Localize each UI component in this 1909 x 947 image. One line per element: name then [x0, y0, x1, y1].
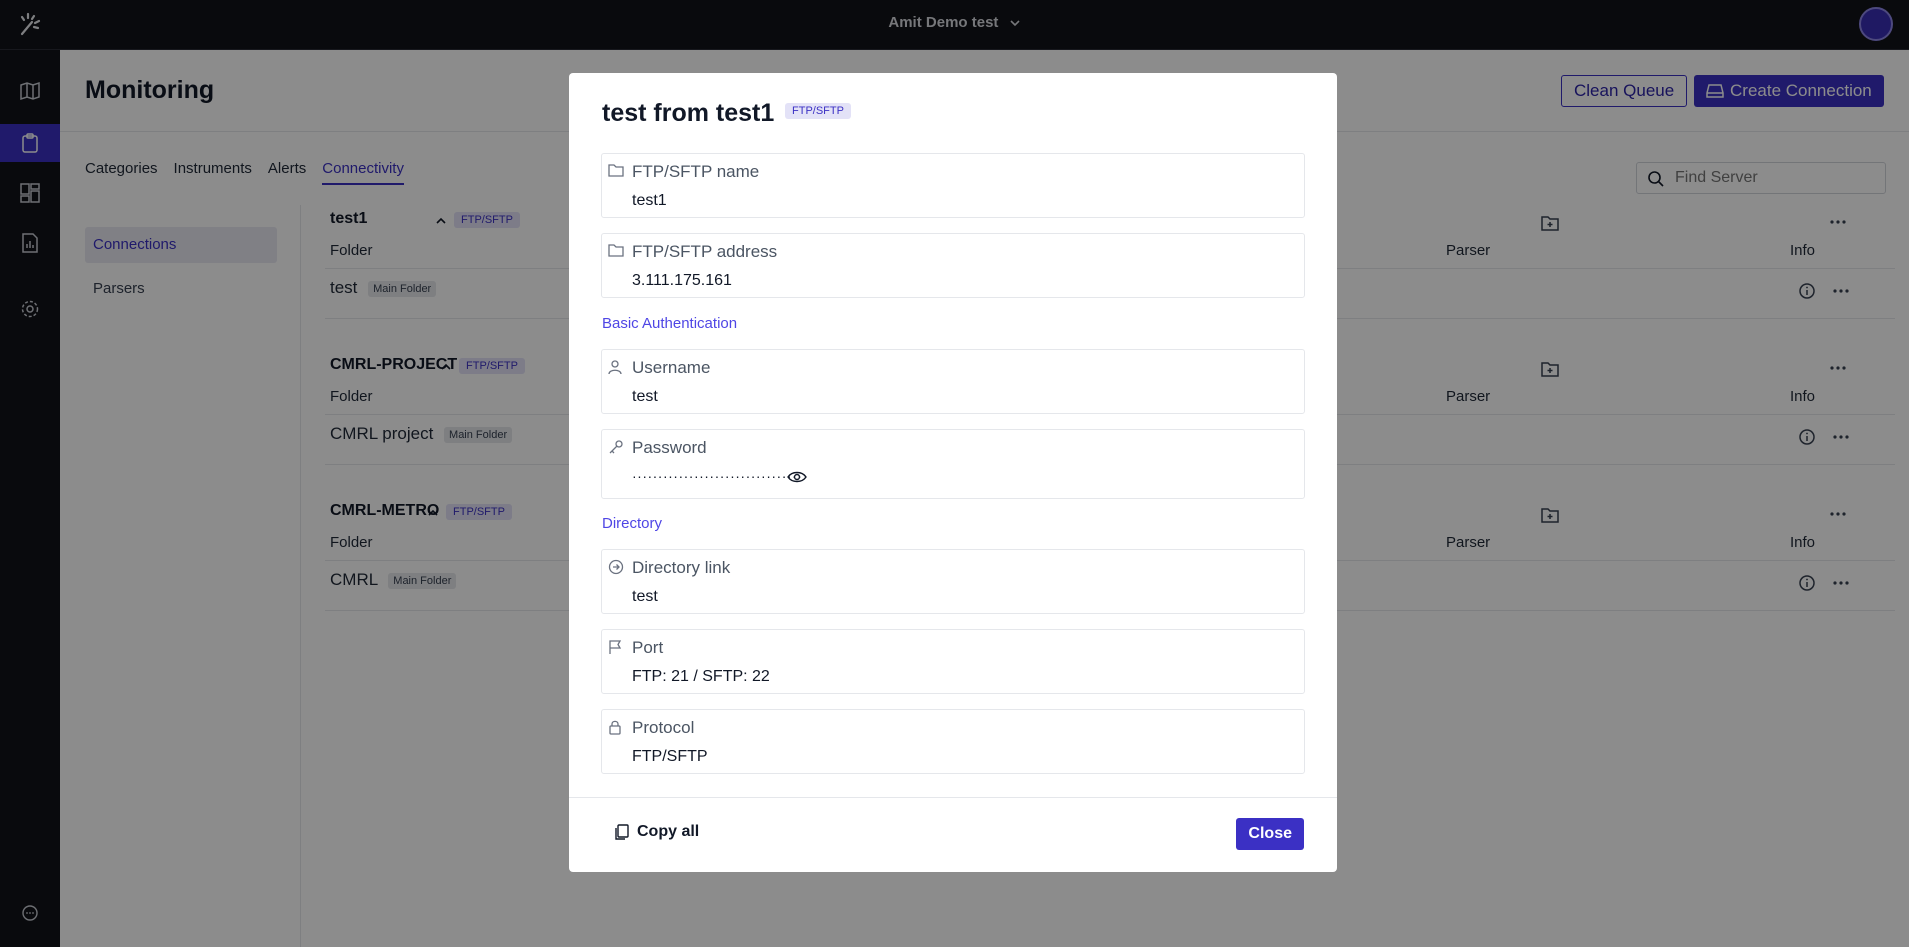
field-label: Directory link — [632, 558, 731, 577]
copy-all-button[interactable]: Copy all — [613, 823, 699, 841]
directory-link-field[interactable]: Directory link test — [601, 549, 1305, 614]
copy-icon — [615, 824, 629, 840]
field-label: FTP/SFTP name — [632, 162, 760, 181]
section-directory: Directory — [602, 515, 663, 532]
modal-footer: Copy all Close — [569, 797, 1337, 872]
port-field[interactable]: Port FTP: 21 / SFTP: 22 — [601, 629, 1305, 694]
ftp-address-field[interactable]: FTP/SFTP address 3.111.175.161 — [601, 233, 1305, 298]
modal-title: test from test1 — [602, 99, 775, 127]
close-button[interactable]: Close — [1236, 818, 1304, 850]
copy-all-label: Copy all — [637, 823, 700, 840]
password-field[interactable]: Password ·······························… — [601, 429, 1305, 499]
field-value: FTP/SFTP — [632, 748, 708, 765]
protocol-tag: FTP/SFTP — [785, 103, 851, 119]
field-value: FTP: 21 / SFTP: 22 — [632, 668, 770, 685]
field-label: Password — [632, 438, 707, 457]
arrow-circle-icon — [608, 559, 624, 575]
protocol-field[interactable]: Protocol FTP/SFTP — [601, 709, 1305, 774]
section-basic-authentication: Basic Authentication — [602, 315, 738, 332]
field-label: FTP/SFTP address — [632, 242, 778, 261]
password-value: ································· — [632, 468, 803, 484]
field-value: test — [632, 588, 658, 605]
flag-icon — [609, 640, 622, 654]
field-value: 3.111.175.161 — [632, 272, 732, 289]
connection-details-modal: test from test1 FTP/SFTP FTP/SFTP name t… — [569, 73, 1337, 872]
field-label: Port — [632, 638, 664, 657]
field-value: test1 — [632, 192, 667, 209]
user-icon — [608, 360, 622, 375]
folder-icon — [608, 164, 624, 177]
lock-icon — [609, 720, 621, 735]
eye-icon[interactable] — [787, 470, 807, 484]
folder-icon — [608, 244, 624, 257]
key-icon — [609, 440, 623, 454]
field-label: Protocol — [632, 718, 695, 737]
field-value: test — [632, 388, 658, 405]
field-label: Username — [632, 358, 711, 377]
username-field[interactable]: Username test — [601, 349, 1305, 414]
ftp-name-field[interactable]: FTP/SFTP name test1 — [601, 153, 1305, 218]
